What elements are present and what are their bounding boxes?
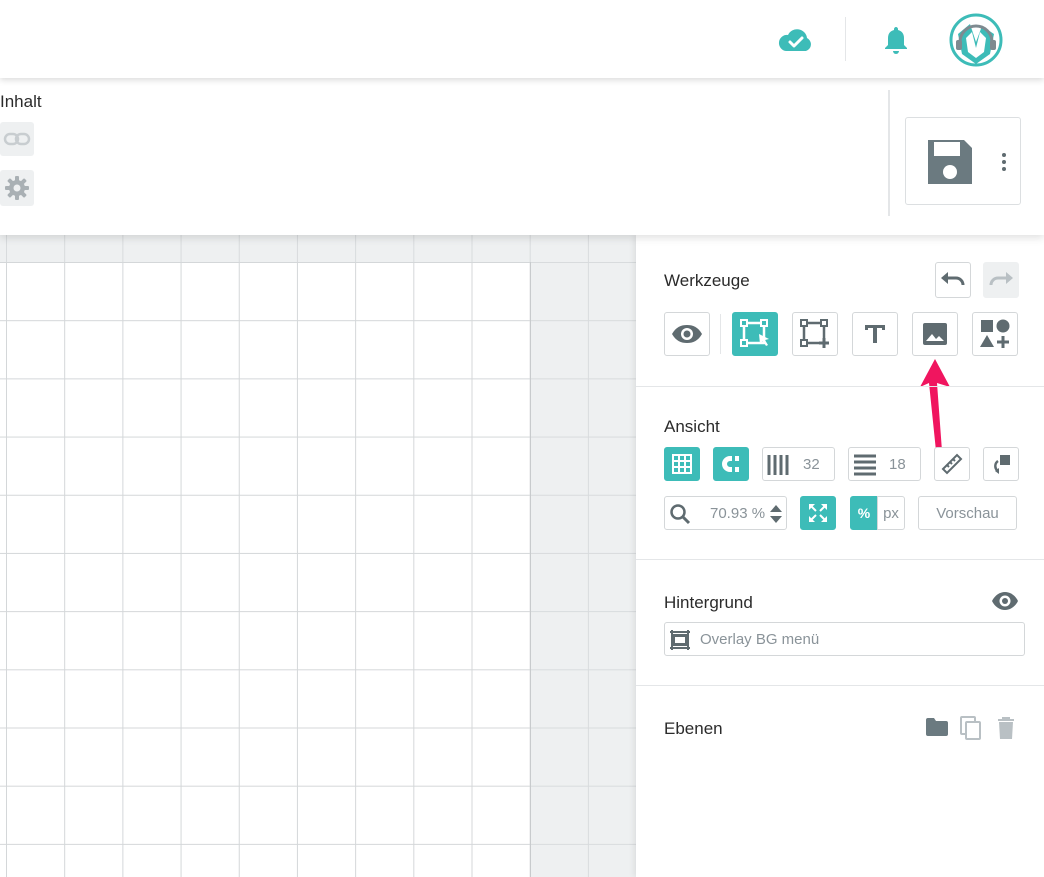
zoom-stepper-icon[interactable] xyxy=(769,504,783,524)
section-divider xyxy=(636,685,1044,686)
add-frame-icon xyxy=(800,319,829,348)
ruler-toggle[interactable] xyxy=(934,447,970,481)
save-icon[interactable] xyxy=(924,136,976,188)
expand-icon xyxy=(809,504,827,522)
editor-canvas[interactable] xyxy=(0,235,636,877)
eye-icon[interactable] xyxy=(991,591,1019,611)
image-icon xyxy=(923,323,947,345)
add-frame-tool[interactable] xyxy=(792,312,838,356)
copy-icon[interactable] xyxy=(959,715,983,741)
background-select-value: Overlay BG menü xyxy=(700,631,820,648)
ansicht-title: Ansicht xyxy=(664,417,720,436)
zoom-value: 70.93 % xyxy=(710,505,766,522)
rows-value: 18 xyxy=(889,456,906,473)
tools-divider xyxy=(720,314,721,354)
visibility-tool[interactable] xyxy=(664,312,710,356)
background-select[interactable]: Overlay BG menü xyxy=(664,622,1025,656)
redo-icon xyxy=(989,272,1013,286)
image-tool[interactable] xyxy=(912,312,958,356)
link-button[interactable] xyxy=(0,122,34,156)
select-transform-icon xyxy=(740,319,769,347)
cloud-check-icon[interactable] xyxy=(778,26,814,54)
section-divider xyxy=(636,559,1044,560)
more-vertical-icon[interactable] xyxy=(1000,152,1008,172)
section-divider xyxy=(636,386,1044,387)
header-divider xyxy=(845,17,846,61)
columns-icon xyxy=(767,455,789,475)
avatar-logo-icon[interactable] xyxy=(948,12,1004,68)
unit-percent-toggle[interactable]: % xyxy=(850,496,878,530)
hintergrund-title: Hintergrund xyxy=(664,593,753,612)
toolbar-divider xyxy=(888,90,890,216)
content-toolbar: Inhalt xyxy=(0,78,1044,235)
grid-toggle[interactable] xyxy=(664,447,700,481)
bell-icon[interactable] xyxy=(882,24,910,56)
save-button-group xyxy=(905,117,1021,205)
redo-button[interactable] xyxy=(983,262,1019,298)
folder-icon[interactable] xyxy=(925,717,949,737)
guides-toggle[interactable] xyxy=(983,447,1019,481)
settings-button[interactable] xyxy=(0,170,34,206)
preview-button[interactable]: Vorschau xyxy=(918,496,1017,530)
fit-to-screen-button[interactable] xyxy=(800,496,836,530)
eye-icon xyxy=(672,325,702,343)
link-icon xyxy=(3,132,31,146)
grid-icon xyxy=(672,454,692,474)
guides-icon xyxy=(994,455,1010,474)
undo-icon xyxy=(941,272,965,286)
undo-button[interactable] xyxy=(935,262,971,298)
zoom-field[interactable]: 70.93 % xyxy=(664,496,787,530)
shapes-tool[interactable] xyxy=(972,312,1018,356)
text-icon xyxy=(865,325,885,343)
columns-field[interactable]: 32 xyxy=(762,447,835,481)
select-transform-tool[interactable] xyxy=(732,312,778,356)
unit-px-toggle[interactable]: px xyxy=(877,496,905,530)
shapes-add-icon xyxy=(980,319,1010,348)
top-bar xyxy=(0,0,1044,78)
text-tool[interactable] xyxy=(852,312,898,356)
werkzeuge-title: Werkzeuge xyxy=(664,271,750,290)
ebenen-title: Ebenen xyxy=(664,719,723,738)
canvas-page[interactable] xyxy=(0,262,531,877)
search-icon xyxy=(670,504,691,525)
rows-icon xyxy=(854,454,876,476)
magnet-icon xyxy=(722,456,739,472)
rows-field[interactable]: 18 xyxy=(848,447,921,481)
columns-value: 32 xyxy=(803,456,820,473)
inhalt-label: Inhalt xyxy=(0,92,42,111)
snap-toggle[interactable] xyxy=(713,447,749,481)
ruler-icon xyxy=(941,453,963,475)
properties-panel: Werkzeuge Ansicht 32 18 70.93 % % px Vor… xyxy=(636,235,1044,877)
annotation-arrow-icon xyxy=(920,359,950,451)
gear-icon xyxy=(5,176,29,200)
background-icon xyxy=(670,630,690,650)
trash-icon[interactable] xyxy=(996,716,1016,740)
